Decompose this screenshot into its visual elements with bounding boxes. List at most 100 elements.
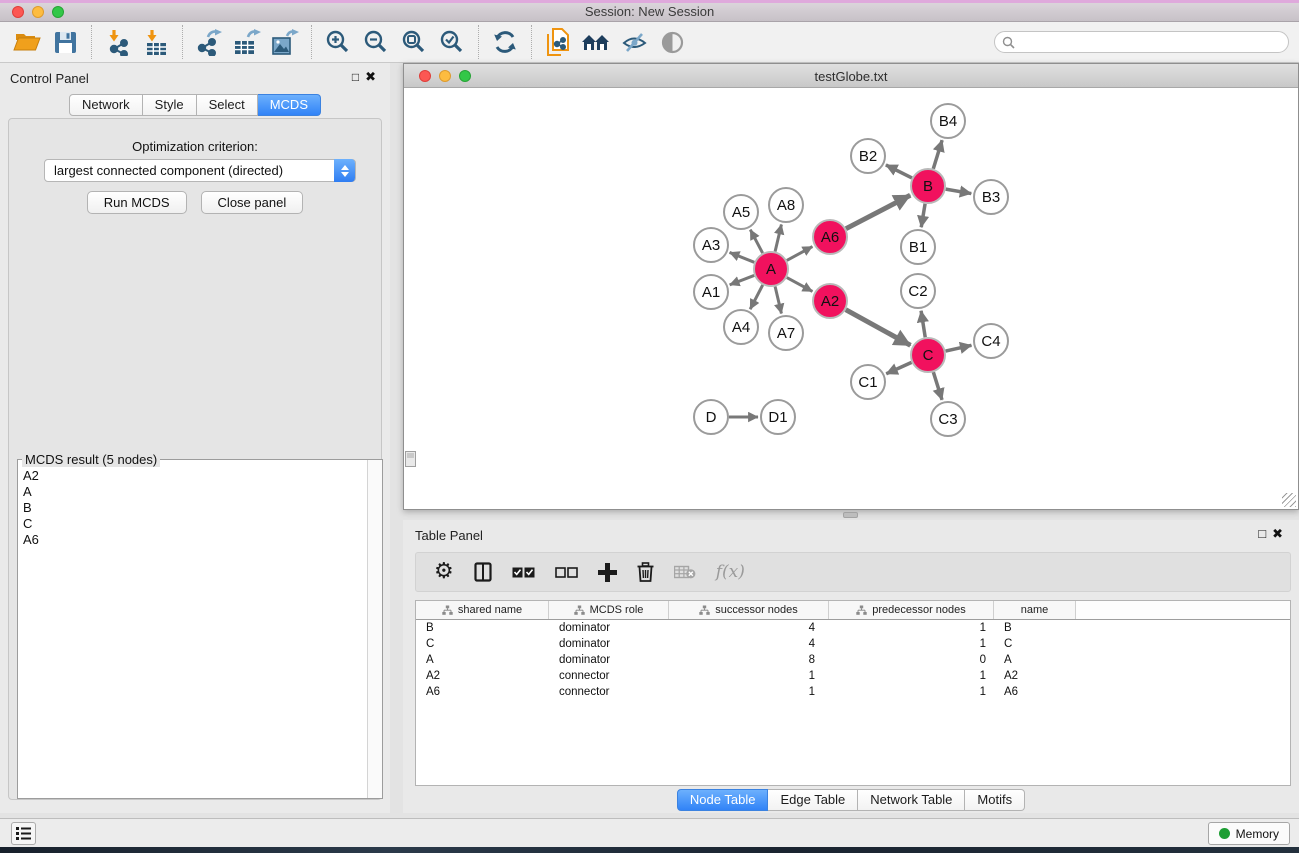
edge-A-A8[interactable] [775, 224, 781, 251]
node-C3[interactable]: C3 [931, 402, 965, 436]
node-A6[interactable]: A6 [813, 220, 847, 254]
node-A3[interactable]: A3 [694, 228, 728, 262]
zoom-out-icon[interactable] [357, 25, 395, 59]
tab-motifs[interactable]: Motifs [965, 789, 1025, 811]
float-table-panel-icon[interactable]: □ [1258, 526, 1272, 541]
unselect-all-columns-icon[interactable] [555, 559, 578, 585]
node-A1[interactable]: A1 [694, 275, 728, 309]
node-B1[interactable]: B1 [901, 230, 935, 264]
memory-button[interactable]: Memory [1208, 822, 1290, 845]
hide-selected-icon[interactable] [615, 25, 653, 59]
node-B[interactable]: B [911, 169, 945, 203]
search-input[interactable] [1019, 35, 1279, 49]
table-row[interactable]: A2connector11A2 [416, 668, 1290, 684]
node-A5[interactable]: A5 [724, 195, 758, 229]
edge-A-A5[interactable] [750, 230, 762, 253]
refresh-layout-icon[interactable] [486, 25, 524, 59]
search-field[interactable] [994, 31, 1289, 53]
tab-edge-table[interactable]: Edge Table [768, 789, 858, 811]
task-history-icon[interactable] [11, 822, 36, 845]
result-scrollbar[interactable] [367, 460, 382, 798]
new-network-from-selection-icon[interactable] [539, 25, 577, 59]
mcds-result-item[interactable]: B [23, 500, 366, 516]
import-table-icon[interactable] [137, 25, 175, 59]
delete-columns-icon[interactable] [637, 559, 654, 585]
node-B3[interactable]: B3 [974, 180, 1008, 214]
save-session-icon[interactable] [46, 25, 84, 59]
edge-A-A1[interactable] [730, 275, 755, 284]
zoom-fit-icon[interactable] [395, 25, 433, 59]
table-row[interactable]: A6connector11A6 [416, 684, 1290, 700]
tab-node-table[interactable]: Node Table [677, 789, 769, 811]
node-D1[interactable]: D1 [761, 400, 795, 434]
node-B4[interactable]: B4 [931, 104, 965, 138]
destroy-table-icon[interactable] [674, 559, 696, 585]
mcds-result-item[interactable]: A6 [23, 532, 366, 548]
edge-B-B3[interactable] [946, 189, 972, 193]
mcds-result-list[interactable]: A2ABCA6 [19, 464, 366, 797]
column-header-shared-name[interactable]: shared name [416, 601, 549, 619]
network-window-titlebar[interactable]: testGlobe.txt [404, 64, 1298, 88]
show-column-panel-icon[interactable] [474, 559, 492, 585]
edge-C-C4[interactable] [946, 345, 972, 351]
node-C1[interactable]: C1 [851, 365, 885, 399]
node-A4[interactable]: A4 [724, 310, 758, 344]
panel-divider-handle[interactable] [843, 512, 858, 518]
export-table-icon[interactable] [228, 25, 266, 59]
node-A[interactable]: A [754, 252, 788, 286]
open-session-icon[interactable] [8, 25, 46, 59]
function-builder-icon[interactable]: f(x) [716, 559, 745, 585]
edge-A-A2[interactable] [787, 278, 813, 292]
column-header-successor-nodes[interactable]: successor nodes [669, 601, 829, 619]
run-mcds-button[interactable]: Run MCDS [87, 191, 187, 214]
zoom-selected-icon[interactable] [433, 25, 471, 59]
node-C[interactable]: C [911, 338, 945, 372]
export-network-icon[interactable] [190, 25, 228, 59]
mcds-result-item[interactable]: C [23, 516, 366, 532]
node-D[interactable]: D [694, 400, 728, 434]
node-A7[interactable]: A7 [769, 316, 803, 350]
column-header-name[interactable]: name [994, 601, 1076, 619]
close-panel-button[interactable]: Close panel [201, 191, 304, 214]
import-network-icon[interactable] [99, 25, 137, 59]
tab-network[interactable]: Network [69, 94, 143, 116]
window-resize-grip[interactable] [1282, 493, 1296, 507]
column-header-MCDS-role[interactable]: MCDS role [549, 601, 669, 619]
node-B2[interactable]: B2 [851, 139, 885, 173]
close-panel-icon[interactable]: ✖ [365, 69, 382, 84]
edge-A-A3[interactable] [730, 252, 755, 262]
table-row[interactable]: Cdominator41C [416, 636, 1290, 652]
show-all-icon[interactable] [653, 25, 691, 59]
table-row[interactable]: Adominator80A [416, 652, 1290, 668]
edge-B-B2[interactable] [886, 165, 912, 178]
export-image-icon[interactable] [266, 25, 304, 59]
tab-network-table[interactable]: Network Table [858, 789, 965, 811]
tab-style[interactable]: Style [143, 94, 197, 116]
edge-A-A6[interactable] [787, 247, 813, 261]
mcds-result-item[interactable]: A [23, 484, 366, 500]
first-neighbors-icon[interactable] [577, 25, 615, 59]
table-row[interactable]: Bdominator41B [416, 620, 1290, 636]
network-canvas[interactable]: B4B2BB3A8A5A6A3B1AA1C2A2A4A7C4CC1DD1C3 [404, 88, 1298, 509]
column-header-predecessor-nodes[interactable]: predecessor nodes [829, 601, 994, 619]
tab-select[interactable]: Select [197, 94, 258, 116]
edge-C-C2[interactable] [921, 311, 925, 337]
zoom-in-icon[interactable] [319, 25, 357, 59]
edge-A-A4[interactable] [750, 285, 763, 309]
edge-A2-C[interactable] [846, 310, 911, 346]
node-A8[interactable]: A8 [769, 188, 803, 222]
mcds-result-item[interactable]: A2 [23, 468, 366, 484]
node-C4[interactable]: C4 [974, 324, 1008, 358]
edge-A-A7[interactable] [775, 287, 781, 314]
edge-B-B1[interactable] [921, 204, 925, 228]
node-C2[interactable]: C2 [901, 274, 935, 308]
edge-C-C1[interactable] [886, 362, 911, 373]
table-options-icon[interactable]: ⚙ [434, 559, 454, 585]
optimization-criterion-dropdown[interactable]: largest connected component (directed) [44, 159, 356, 182]
edge-A6-B[interactable] [846, 195, 910, 228]
edge-C-C3[interactable] [933, 372, 942, 400]
close-table-panel-icon[interactable]: ✖ [1272, 526, 1289, 541]
select-all-columns-icon[interactable] [512, 559, 535, 585]
canvas-scroll-widget[interactable] [405, 451, 416, 467]
float-panel-icon[interactable]: □ [352, 70, 365, 84]
